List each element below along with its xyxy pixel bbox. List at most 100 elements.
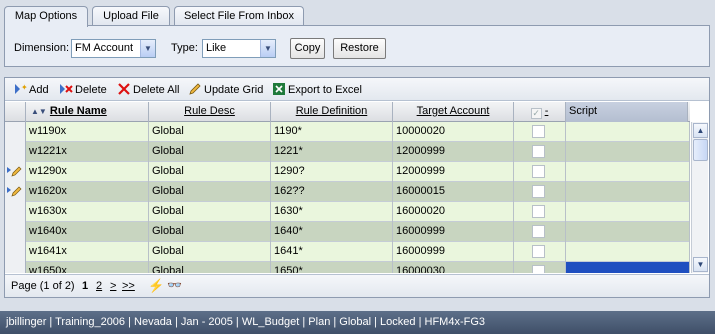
cell-rule-desc[interactable]: Global [149,262,271,273]
column-header-script[interactable]: Script [566,102,688,122]
export-to-excel-button[interactable]: Export to Excel [272,82,362,98]
row-selector[interactable] [5,242,26,262]
tab-map-options[interactable]: Map Options [4,6,88,27]
last-page-link[interactable]: >> [122,280,135,292]
cell-rule-desc[interactable]: Global [149,162,271,182]
column-header-rule-desc[interactable]: Rule Desc [149,102,271,122]
binoculars-icon[interactable]: 👓 [167,278,182,292]
scroll-down-icon[interactable]: ▼ [693,257,708,272]
chevron-down-icon[interactable]: ▼ [260,40,275,57]
column-header-check[interactable]: ✓ - [514,102,566,122]
update-grid-button[interactable]: Update Grid [188,82,263,98]
cell-rule-name[interactable]: w1630x [26,202,149,222]
row-checkbox[interactable] [532,185,545,198]
table-row[interactable]: w1640x Global 1640* 16000999 [5,222,690,242]
page-1-link[interactable]: 1 [82,280,88,292]
cell-rule-name[interactable]: w1620x [26,182,149,202]
grid-vertical-scrollbar[interactable]: ▲ ▼ [691,122,708,273]
cell-rule-definition[interactable]: 1190* [271,122,393,142]
table-row[interactable]: w1630x Global 1630* 16000020 [5,202,690,222]
cell-script[interactable] [566,142,690,162]
cell-script[interactable] [566,202,690,222]
rule-definition-header-label: Rule Definition [295,105,368,117]
cell-script[interactable] [566,162,690,182]
delete-all-button[interactable]: Delete All [117,82,179,98]
row-checkbox[interactable] [532,245,545,258]
filter-lightning-icon[interactable]: ⚡ [148,278,164,294]
cell-rule-name[interactable]: w1221x [26,142,149,162]
cell-script[interactable] [566,222,690,242]
row-checkbox[interactable] [532,265,545,273]
cell-rule-name[interactable]: w1640x [26,222,149,242]
row-checkbox[interactable] [532,205,545,218]
cell-rule-name[interactable]: w1641x [26,242,149,262]
delete-button[interactable]: Delete [59,82,107,98]
type-select[interactable]: Like ▼ [202,39,276,58]
dimension-select[interactable]: FM Account ▼ [71,39,156,58]
cell-rule-name[interactable]: w1290x [26,162,149,182]
cell-target-account[interactable]: 16000020 [393,202,514,222]
tab-select-file-from-inbox[interactable]: Select File From Inbox [174,6,304,26]
row-selector[interactable] [5,122,26,142]
cell-rule-definition[interactable]: 1290? [271,162,393,182]
row-checkbox[interactable] [532,225,545,238]
cell-target-account[interactable]: 16000030 [393,262,514,273]
table-row[interactable]: w1290x Global 1290? 12000999 [5,162,690,182]
cell-rule-desc[interactable]: Global [149,222,271,242]
copy-button[interactable]: Copy [290,38,325,59]
cell-rule-desc[interactable]: Global [149,142,271,162]
cell-rule-desc[interactable]: Global [149,122,271,142]
row-checkbox[interactable] [532,165,545,178]
cell-target-account[interactable]: 16000999 [393,242,514,262]
column-header-rule-name[interactable]: ▲▼ Rule Name [26,102,149,122]
row-selector[interactable] [5,162,26,182]
cell-target-account[interactable]: 10000020 [393,122,514,142]
table-row[interactable]: w1221x Global 1221* 12000999 [5,142,690,162]
cell-rule-definition[interactable]: 1640* [271,222,393,242]
cell-rule-name[interactable]: w1650x [26,262,149,273]
cell-script[interactable] [566,122,690,142]
next-page-link[interactable]: > [110,280,116,292]
table-row[interactable]: w1650x Global 1650* 16000030 [5,262,690,273]
cell-rule-definition[interactable]: 1221* [271,142,393,162]
cell-rule-desc[interactable]: Global [149,202,271,222]
cell-rule-desc[interactable]: Global [149,242,271,262]
cell-target-account[interactable]: 12000999 [393,142,514,162]
cell-rule-desc[interactable]: Global [149,182,271,202]
cell-checkbox [514,122,566,142]
cell-rule-definition[interactable]: 1641* [271,242,393,262]
column-header-rule-definition[interactable]: Rule Definition [271,102,393,122]
cell-rule-definition[interactable]: 162?? [271,182,393,202]
cell-target-account[interactable]: 16000999 [393,222,514,242]
row-selector[interactable] [5,142,26,162]
cell-rule-name[interactable]: w1190x [26,122,149,142]
scroll-up-icon[interactable]: ▲ [693,123,708,138]
table-row[interactable]: w1620x Global 162?? 16000015 [5,182,690,202]
table-row[interactable]: w1641x Global 1641* 16000999 [5,242,690,262]
row-selector[interactable] [5,182,26,202]
header-checkbox[interactable]: ✓ [530,108,542,119]
row-selector[interactable] [5,262,26,273]
cell-script[interactable] [566,182,690,202]
cell-rule-definition[interactable]: 1650* [271,262,393,273]
dimension-value: FM Account [75,42,134,54]
excel-icon [273,83,285,95]
table-row[interactable]: w1190x Global 1190* 10000020 [5,122,690,142]
add-button[interactable]: ✦ Add [13,82,49,98]
cell-rule-definition[interactable]: 1630* [271,202,393,222]
row-selector[interactable] [5,222,26,242]
cell-target-account[interactable]: 16000015 [393,182,514,202]
row-checkbox[interactable] [532,145,545,158]
cell-checkbox [514,242,566,262]
column-header-target-account[interactable]: Target Account [393,102,514,122]
cell-target-account[interactable]: 12000999 [393,162,514,182]
scroll-thumb[interactable] [693,139,708,161]
cell-script[interactable] [566,262,690,273]
chevron-down-icon[interactable]: ▼ [140,40,155,57]
row-selector[interactable] [5,202,26,222]
tab-upload-file[interactable]: Upload File [92,6,170,26]
cell-script[interactable] [566,242,690,262]
row-checkbox[interactable] [532,125,545,138]
page-2-link[interactable]: 2 [96,280,102,292]
restore-button[interactable]: Restore [333,38,386,59]
